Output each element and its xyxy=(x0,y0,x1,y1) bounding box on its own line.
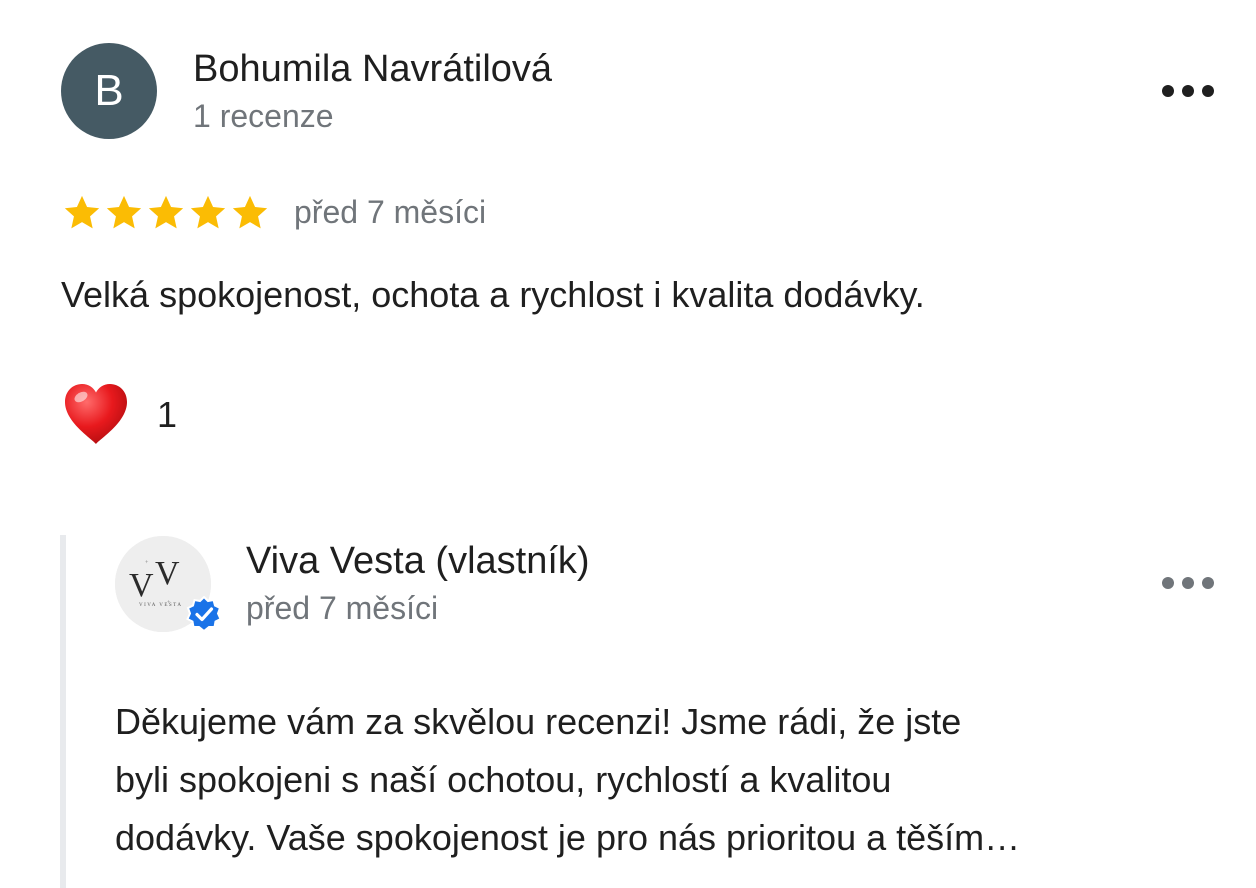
heart-reaction-button[interactable]: 1 xyxy=(61,380,177,450)
reply-divider xyxy=(60,535,66,888)
reaction-count: 1 xyxy=(157,394,178,435)
star-icon xyxy=(232,195,268,229)
star-icon xyxy=(64,195,100,229)
reply-line: Děkujeme vám za skvělou recenzi! Jsme rá… xyxy=(115,701,962,742)
owner-reply-date: před 7 měsíci xyxy=(246,590,439,626)
owner-reply-text[interactable]: Děkujeme vám za skvělou recenzi! Jsme rá… xyxy=(115,693,1225,867)
review-more-options-button[interactable] xyxy=(1162,81,1214,101)
star-icon xyxy=(190,195,226,229)
svg-text:V: V xyxy=(155,555,180,592)
owner-name[interactable]: Viva Vesta (vlastník) xyxy=(246,540,590,583)
heart-icon xyxy=(65,384,127,444)
reviewer-review-count: 1 recenze xyxy=(193,98,334,134)
more-horizontal-icon xyxy=(1162,577,1174,589)
reply-line: byli spokojeni s naší ochotou, rychlostí… xyxy=(115,759,892,800)
review-text: Velká spokojenost, ochota a rychlost i k… xyxy=(61,274,925,315)
star-rating xyxy=(61,192,271,234)
svg-text:V: V xyxy=(129,567,154,604)
verified-badge-icon xyxy=(186,596,222,632)
reviewer-name[interactable]: Bohumila Navrátilová xyxy=(193,48,552,91)
more-dot xyxy=(1182,577,1194,589)
reply-line: dodávky. Vaše spokojenost je pro nás pri… xyxy=(115,817,1021,858)
review-date: před 7 měsíci xyxy=(294,194,487,230)
more-dot xyxy=(1182,85,1194,97)
reply-more-options-button[interactable] xyxy=(1162,573,1214,593)
star-icon xyxy=(148,195,184,229)
svg-text:VIVA VESTA: VIVA VESTA xyxy=(139,603,182,608)
more-horizontal-icon xyxy=(1162,85,1174,97)
star-icon xyxy=(106,195,142,229)
more-dot xyxy=(1202,85,1214,97)
reviewer-avatar[interactable]: B xyxy=(61,43,157,139)
more-dot xyxy=(1202,577,1214,589)
